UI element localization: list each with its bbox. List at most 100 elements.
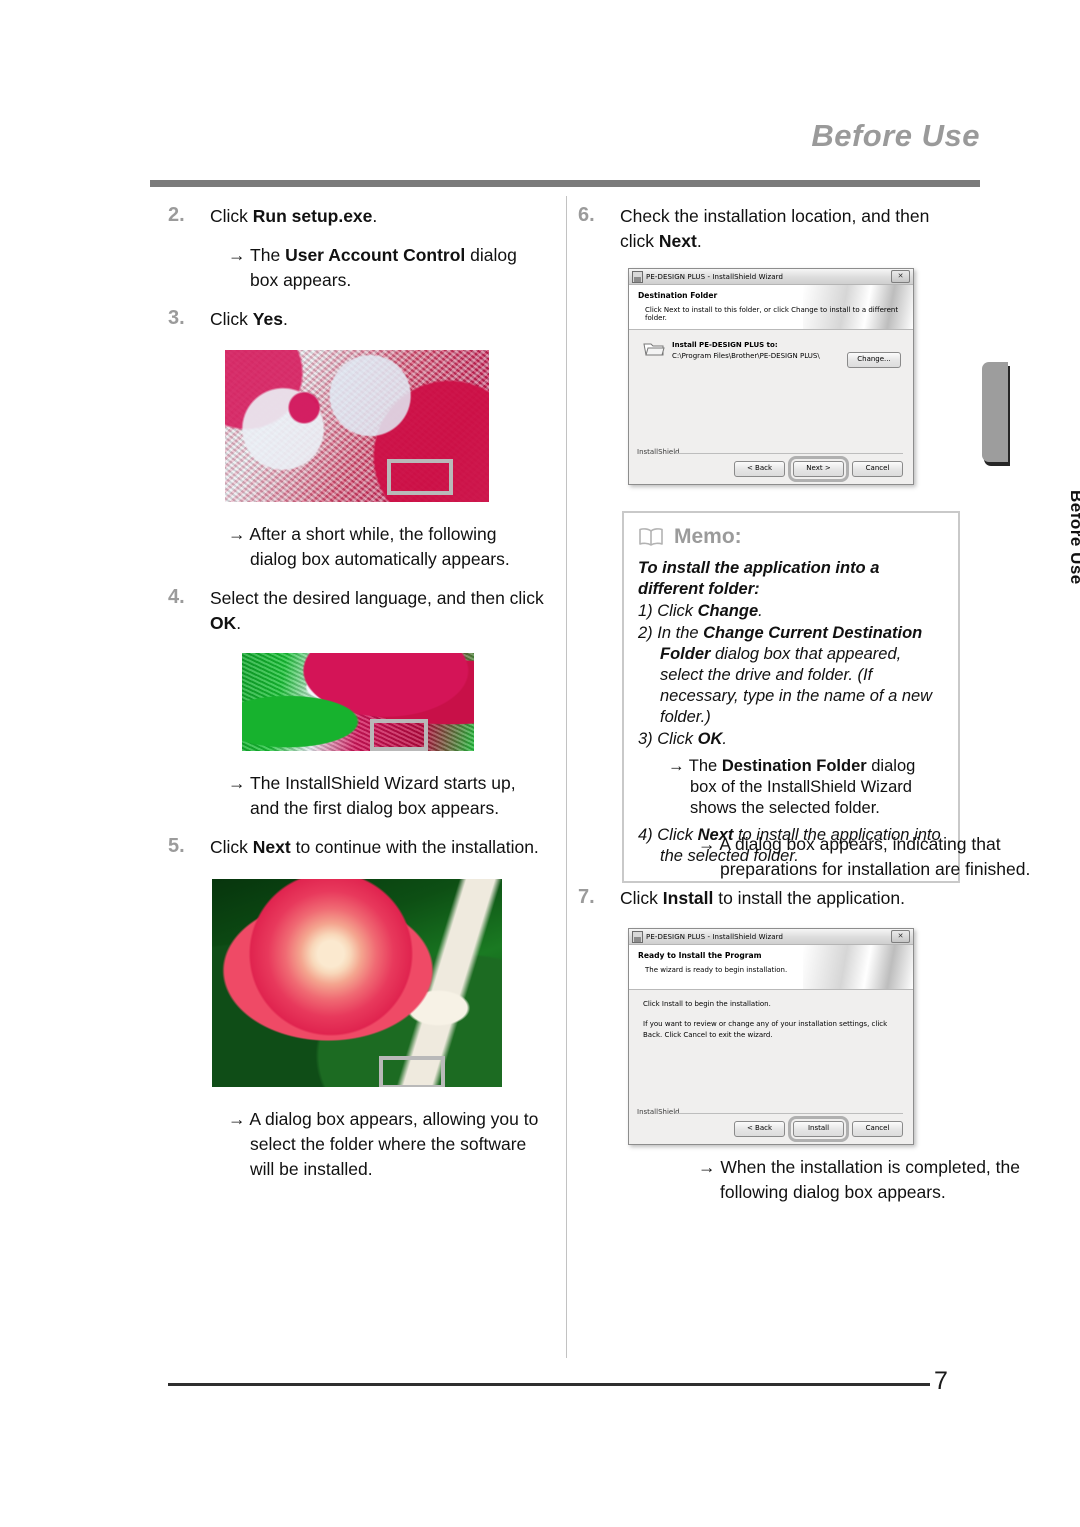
step-2-note-bold: User Account Control bbox=[285, 245, 466, 265]
install-location-text: Install PE-DESIGN PLUS to: C:\Program Fi… bbox=[672, 340, 820, 362]
step-7-text: Click Install to install the application… bbox=[620, 886, 960, 911]
install-location-label: Install PE-DESIGN PLUS to: bbox=[672, 341, 778, 349]
footer-rule bbox=[168, 1383, 930, 1386]
step-4-text: Select the desired language, and then cl… bbox=[210, 586, 546, 636]
step-5-text-pre: Click bbox=[210, 837, 253, 857]
screenshot-image-3 bbox=[212, 879, 502, 1087]
screenshot-image-1 bbox=[225, 350, 489, 502]
step-7-text-post: to install the application. bbox=[713, 888, 906, 908]
destination-folder-dialog[interactable]: PE-DESIGN PLUS - InstallShield Wizard ✕ … bbox=[628, 268, 914, 485]
image-3-note: → A dialog box appears, allowing you to … bbox=[228, 1107, 546, 1182]
arrow-icon: → bbox=[668, 757, 685, 775]
installer-icon bbox=[632, 270, 643, 283]
dialog-body: Click Install to begin the installation.… bbox=[629, 990, 913, 1144]
dialog-banner-subtext: The wizard is ready to begin installatio… bbox=[645, 966, 788, 974]
dialog-title-text: PE-DESIGN PLUS - InstallShield Wizard bbox=[646, 272, 784, 281]
step-2-text-bold: Run setup.exe bbox=[252, 206, 373, 226]
install-location-path: C:\Program Files\Brother\PE-DESIGN PLUS\ bbox=[672, 352, 820, 360]
step-3: 3. Click Yes. bbox=[168, 307, 546, 332]
cancel-button[interactable]: Cancel bbox=[852, 1121, 903, 1137]
installer-icon bbox=[632, 930, 643, 943]
image-3-note-text: A dialog box appears, allowing you to se… bbox=[249, 1109, 539, 1179]
arrow-icon: → bbox=[228, 773, 246, 793]
close-icon[interactable]: ✕ bbox=[891, 930, 910, 943]
close-icon[interactable]: ✕ bbox=[891, 270, 910, 283]
step-4-number: 4. bbox=[168, 586, 185, 608]
step-4-text-pre: Select the desired language, and then cl… bbox=[210, 588, 544, 608]
step-7: 7. Click Install to install the applicat… bbox=[578, 886, 960, 911]
dialog-titlebar: PE-DESIGN PLUS - InstallShield Wizard ✕ bbox=[629, 929, 913, 945]
step-6-number: 6. bbox=[578, 204, 595, 226]
memo-item-1-marker: 1) bbox=[638, 602, 653, 620]
step-6-text-post: . bbox=[696, 231, 702, 251]
back-button[interactable]: < Back bbox=[734, 461, 785, 477]
memo-header: Memo: bbox=[638, 525, 944, 549]
memo-sub-bold: Destination Folder bbox=[721, 757, 867, 775]
footer-divider bbox=[675, 1113, 903, 1114]
step-2-text-pre: Click bbox=[210, 206, 253, 226]
memo-item-4-pre: Click bbox=[657, 826, 698, 844]
step-2-note: → The User Account Control dialog box ap… bbox=[228, 243, 546, 293]
step-5-text: Click Next to continue with the installa… bbox=[210, 835, 546, 860]
arrow-icon: → bbox=[228, 524, 246, 544]
change-button[interactable]: Change... bbox=[847, 352, 901, 368]
ready-to-install-dialog[interactable]: PE-DESIGN PLUS - InstallShield Wizard ✕ … bbox=[628, 928, 914, 1145]
memo-item-3-pre: Click bbox=[657, 730, 698, 748]
memo-item-3-post: . bbox=[722, 730, 727, 748]
dialog-footer: InstallShield < Back Next > Cancel bbox=[629, 444, 913, 484]
install-button[interactable]: Install bbox=[788, 1116, 849, 1142]
image-1-note: → After a short while, the following dia… bbox=[228, 522, 546, 572]
step-6: 6. Check the installation location, and … bbox=[578, 204, 960, 254]
page-header: Before Use bbox=[150, 118, 980, 178]
step-2-text-post: . bbox=[372, 206, 378, 226]
dialog-7-note-text: When the installation is completed, the … bbox=[720, 1157, 1020, 1202]
arrow-icon: → bbox=[228, 245, 246, 265]
left-column: 2. Click Run setup.exe. → The User Accou… bbox=[168, 196, 546, 1182]
folder-icon bbox=[643, 340, 665, 358]
dialog-body: Install PE-DESIGN PLUS to: C:\Program Fi… bbox=[629, 330, 913, 484]
footer-divider bbox=[675, 453, 903, 454]
column-divider bbox=[566, 196, 567, 1358]
memo-item-2: 2) In the Change Current Destination Fol… bbox=[638, 623, 944, 728]
next-button-highlight-3 bbox=[379, 1056, 445, 1087]
step-3-number: 3. bbox=[168, 307, 185, 329]
memo-item-3-bold: OK bbox=[697, 730, 723, 748]
dialog-banner: Ready to Install the Program The wizard … bbox=[629, 945, 913, 990]
step-3-text-pre: Click bbox=[210, 309, 253, 329]
memo-item-1: 1) Click Change. bbox=[638, 601, 944, 622]
dialog-banner-subtext: Click Next to install to this folder, or… bbox=[645, 306, 899, 322]
step-4-text-post: . bbox=[236, 613, 242, 633]
memo-title: Memo: bbox=[674, 525, 742, 548]
dialog-banner-heading: Destination Folder bbox=[638, 291, 718, 300]
step-2: 2. Click Run setup.exe. bbox=[168, 204, 546, 229]
step-3-text-bold: Yes bbox=[252, 309, 283, 329]
back-button[interactable]: < Back bbox=[734, 1121, 785, 1137]
step-5-number: 5. bbox=[168, 835, 185, 857]
dialog-6-note: → A dialog box appears, indicating that … bbox=[698, 832, 1050, 882]
dialog-button-row: < Back Next > Cancel bbox=[734, 456, 903, 482]
memo-item-3-marker: 3) bbox=[638, 730, 653, 748]
dialog-titlebar: PE-DESIGN PLUS - InstallShield Wizard ✕ bbox=[629, 269, 913, 285]
step-7-number: 7. bbox=[578, 886, 595, 908]
memo-sub-pre: The bbox=[688, 757, 722, 775]
memo-item-3: 3) Click OK. bbox=[638, 729, 944, 750]
dialog-footer: InstallShield < Back Install Cancel bbox=[629, 1104, 913, 1144]
next-button[interactable]: Next > bbox=[788, 456, 849, 482]
next-button-highlight-2 bbox=[370, 719, 428, 751]
section-tab-marker bbox=[982, 362, 1008, 462]
image-2-note: → The InstallShield Wizard starts up, an… bbox=[228, 771, 546, 821]
step-5: 5. Click Next to continue with the insta… bbox=[168, 835, 546, 860]
page-title: Before Use bbox=[811, 118, 980, 153]
step-4: 4. Select the desired language, and then… bbox=[168, 586, 546, 636]
dialog-banner-heading: Ready to Install the Program bbox=[638, 951, 762, 960]
dialog-6-note-text: A dialog box appears, indicating that pr… bbox=[719, 834, 1031, 879]
header-rule bbox=[150, 180, 980, 187]
arrow-icon: → bbox=[698, 1157, 716, 1177]
page-number: 7 bbox=[934, 1367, 948, 1395]
step-2-text: Click Run setup.exe. bbox=[210, 204, 546, 229]
step-7-text-bold: Install bbox=[662, 888, 714, 908]
cancel-button[interactable]: Cancel bbox=[852, 461, 903, 477]
section-tab-label: Before Use bbox=[1067, 490, 1080, 585]
ready-paragraph-2: If you want to review or change any of y… bbox=[643, 1020, 888, 1039]
installshield-label: InstallShield bbox=[637, 1108, 680, 1116]
